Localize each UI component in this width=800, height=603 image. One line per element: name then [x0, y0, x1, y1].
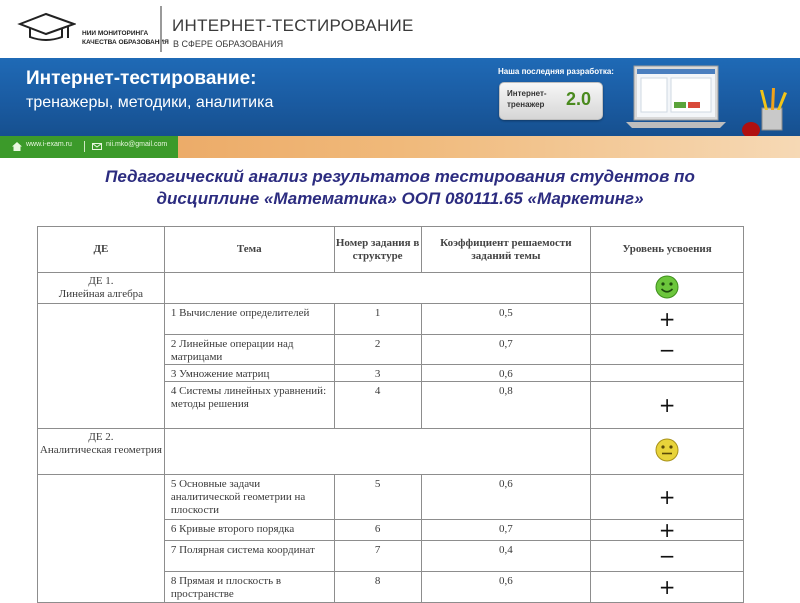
smiley-neutral-icon: [655, 438, 679, 462]
trainer-button[interactable]: Интернет- тренажер 2.0: [499, 82, 603, 120]
smiley-happy-icon: [655, 275, 679, 298]
level-cell: +: [590, 571, 744, 603]
contact-links: www.i-exam.ru nii.mko@gmail.com: [0, 136, 178, 158]
de-level-cell: [590, 272, 744, 304]
col-header-level: Уровень усвоения: [590, 226, 744, 273]
mail-icon: [92, 143, 102, 150]
table-header-row: ДЕ Тема Номер задания в структуре Коэффи…: [37, 226, 744, 273]
task-num-cell: 4: [333, 381, 422, 429]
task-num-cell: 3: [333, 364, 422, 382]
level-mark: +: [658, 575, 676, 599]
coef-cell: 0,5: [420, 303, 592, 335]
coef-cell: 0,6: [420, 474, 592, 520]
coef-cell: 0,7: [420, 519, 592, 541]
level-mark: +: [658, 485, 676, 509]
home-icon: [12, 142, 22, 151]
de-title: Линейная алгебра: [58, 288, 144, 300]
email-link[interactable]: nii.mko@gmail.com: [106, 141, 167, 148]
analysis-table: ДЕ Тема Номер задания в структуре Коэффи…: [37, 226, 744, 603]
topic-cell: 4 Системы линейных уравнений: методы реш…: [163, 381, 335, 429]
topic-cell: 6 Кривые второго порядка: [163, 519, 335, 541]
col-header-topic: Тема: [163, 226, 335, 273]
latest-development-label: Наша последняя разработка:: [498, 67, 614, 76]
site-header: НИИ МОНИТОРИНГА КАЧЕСТВА ОБРАЗОВАНИЯ ИНТ…: [0, 0, 800, 58]
de-cell: ДЕ 1. Линейная алгебра: [37, 272, 165, 304]
task-num-cell: 1: [333, 303, 422, 335]
topic-cell: 3 Умножение матриц: [163, 364, 335, 382]
laptop-icon: [626, 65, 726, 128]
task-num-cell: 7: [333, 540, 422, 572]
level-cell: −: [590, 334, 744, 365]
de-number: ДЕ 2.: [88, 431, 114, 443]
banner-subtitle: тренажеры, методики, аналитика: [26, 94, 274, 111]
de-spacer: [163, 428, 592, 475]
brand-title: ИНТЕРНЕТ-ТЕСТИРОВАНИЕ: [172, 16, 414, 35]
trainer-label-line1: Интернет-: [507, 89, 547, 98]
col-header-de: ДЕ: [37, 226, 165, 273]
col-header-task-num: Номер задания в структуре: [333, 226, 422, 273]
level-cell: [590, 364, 744, 382]
task-num-cell: 8: [333, 571, 422, 603]
apple-icon: [742, 122, 760, 136]
task-num-cell: 2: [333, 334, 422, 365]
level-mark: −: [658, 544, 676, 568]
task-num-cell: 5: [333, 474, 422, 520]
banner-title: Интернет-тестирование:: [26, 68, 257, 89]
topic-cell: 8 Прямая и плоскость в пространстве: [163, 571, 335, 603]
de-title: Аналитическая геометрия: [39, 444, 162, 456]
level-mark: +: [658, 518, 676, 542]
level-mark: +: [658, 393, 676, 417]
topic-cell: 1 Вычисление определителей: [163, 303, 335, 335]
de-spacer: [163, 272, 592, 304]
coef-cell: 0,6: [420, 364, 592, 382]
de-cell: ДЕ 2. Аналитическая геометрия: [37, 428, 165, 475]
promo-banner: Интернет-тестирование: тренажеры, методи…: [0, 58, 800, 136]
graduation-cap-icon: [17, 12, 76, 41]
coef-cell: 0,7: [420, 334, 592, 365]
trainer-label-line2: тренажер: [507, 100, 545, 109]
level-cell: +: [590, 474, 744, 520]
de-empty-cell: [37, 303, 165, 429]
de-empty-cell: [37, 474, 165, 603]
table-row: 1 Вычисление определителей 1 0,5 +: [37, 303, 744, 429]
topic-cell: 5 Основные задачи аналитической геометри…: [163, 474, 335, 520]
trainer-version: 2.0: [566, 89, 592, 109]
coef-cell: 0,8: [420, 381, 592, 429]
de-level-cell: [590, 428, 744, 475]
level-mark: +: [658, 307, 676, 331]
page-title: Педагогический анализ результатов тестир…: [20, 166, 780, 210]
page-title-line2: дисциплине «Математика» ООП 080111.65 «М…: [156, 189, 644, 208]
level-mark: −: [658, 337, 676, 362]
level-cell: +: [590, 518, 744, 542]
level-cell: +: [590, 381, 744, 429]
logo[interactable]: НИИ МОНИТОРИНГА КАЧЕСТВА ОБРАЗОВАНИЯ: [12, 8, 169, 52]
coef-cell: 0,4: [420, 540, 592, 572]
header-divider: [160, 6, 162, 52]
de-row: ДЕ 1. Линейная алгебра: [37, 272, 744, 304]
level-cell: −: [590, 540, 744, 572]
col-header-coef: Коэффициент решаемости заданий темы: [420, 226, 592, 273]
task-num-cell: 6: [333, 519, 422, 541]
de-number: ДЕ 1.: [88, 275, 114, 287]
de-row: ДЕ 2. Аналитическая геометрия: [37, 428, 744, 475]
brand-subtitle: В СФЕРЕ ОБРАЗОВАНИЯ: [173, 39, 284, 49]
link-divider: [84, 141, 85, 152]
topic-cell: 7 Полярная система координат: [163, 540, 335, 572]
site-link[interactable]: www.i-exam.ru: [26, 141, 72, 148]
org-name-line2: КАЧЕСТВА ОБРАЗОВАНИЯ: [82, 39, 169, 46]
org-name-line1: НИИ МОНИТОРИНГА: [82, 30, 149, 37]
table-row: 5 Основные задачи аналитической геометри…: [37, 474, 744, 603]
coef-cell: 0,6: [420, 571, 592, 603]
level-cell: +: [590, 303, 744, 335]
page-title-line1: Педагогический анализ результатов тестир…: [105, 167, 695, 186]
topic-cell: 2 Линейные операции над матрицами: [163, 334, 335, 365]
